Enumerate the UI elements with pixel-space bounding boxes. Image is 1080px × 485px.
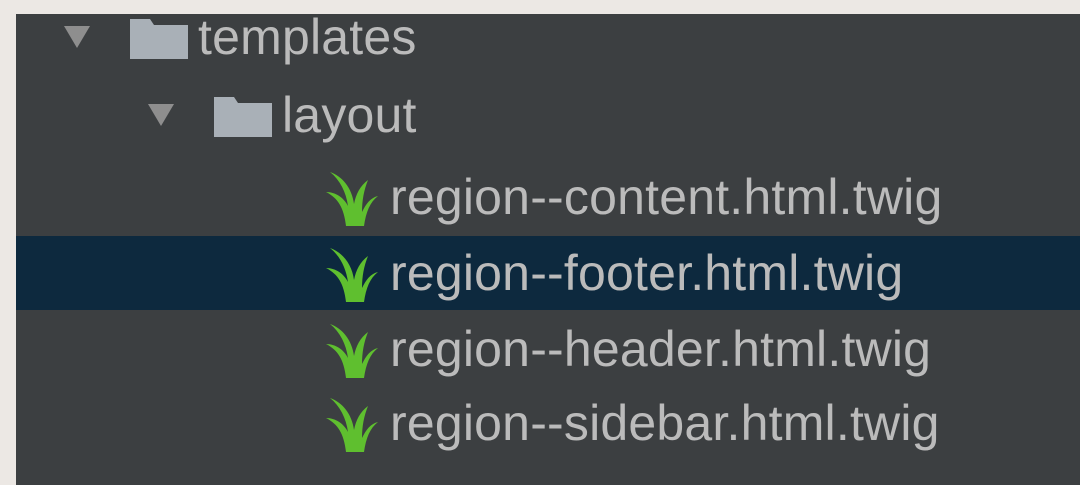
expand-arrow-icon[interactable] [64,26,90,48]
tree-file-label: region--sidebar.html.twig [390,395,940,451]
twig-icon [326,324,378,378]
twig-icon [326,248,378,302]
tree-file-region-sidebar[interactable]: region--sidebar.html.twig [16,386,1080,460]
tree-folder-label: templates [198,14,417,65]
folder-icon [214,97,272,137]
screenshot-frame: templates layout region--content.html.tw… [0,0,1080,485]
tree-file-label: region--header.html.twig [390,321,932,377]
tree-folder-label: layout [282,87,417,143]
expand-arrow-icon[interactable] [148,104,174,126]
tree-folder-templates[interactable]: templates [16,14,1080,74]
project-tree-panel: templates layout region--content.html.tw… [16,14,1080,485]
tree-file-label: region--footer.html.twig [390,245,904,301]
twig-icon [326,398,378,452]
tree-file-label: region--content.html.twig [390,169,943,225]
twig-icon [326,172,378,226]
tree-folder-layout[interactable]: layout [16,78,1080,152]
tree-file-region-header[interactable]: region--header.html.twig [16,312,1080,386]
tree-file-region-footer[interactable]: region--footer.html.twig [16,236,1080,310]
folder-icon [130,19,188,59]
tree-file-region-content[interactable]: region--content.html.twig [16,160,1080,234]
